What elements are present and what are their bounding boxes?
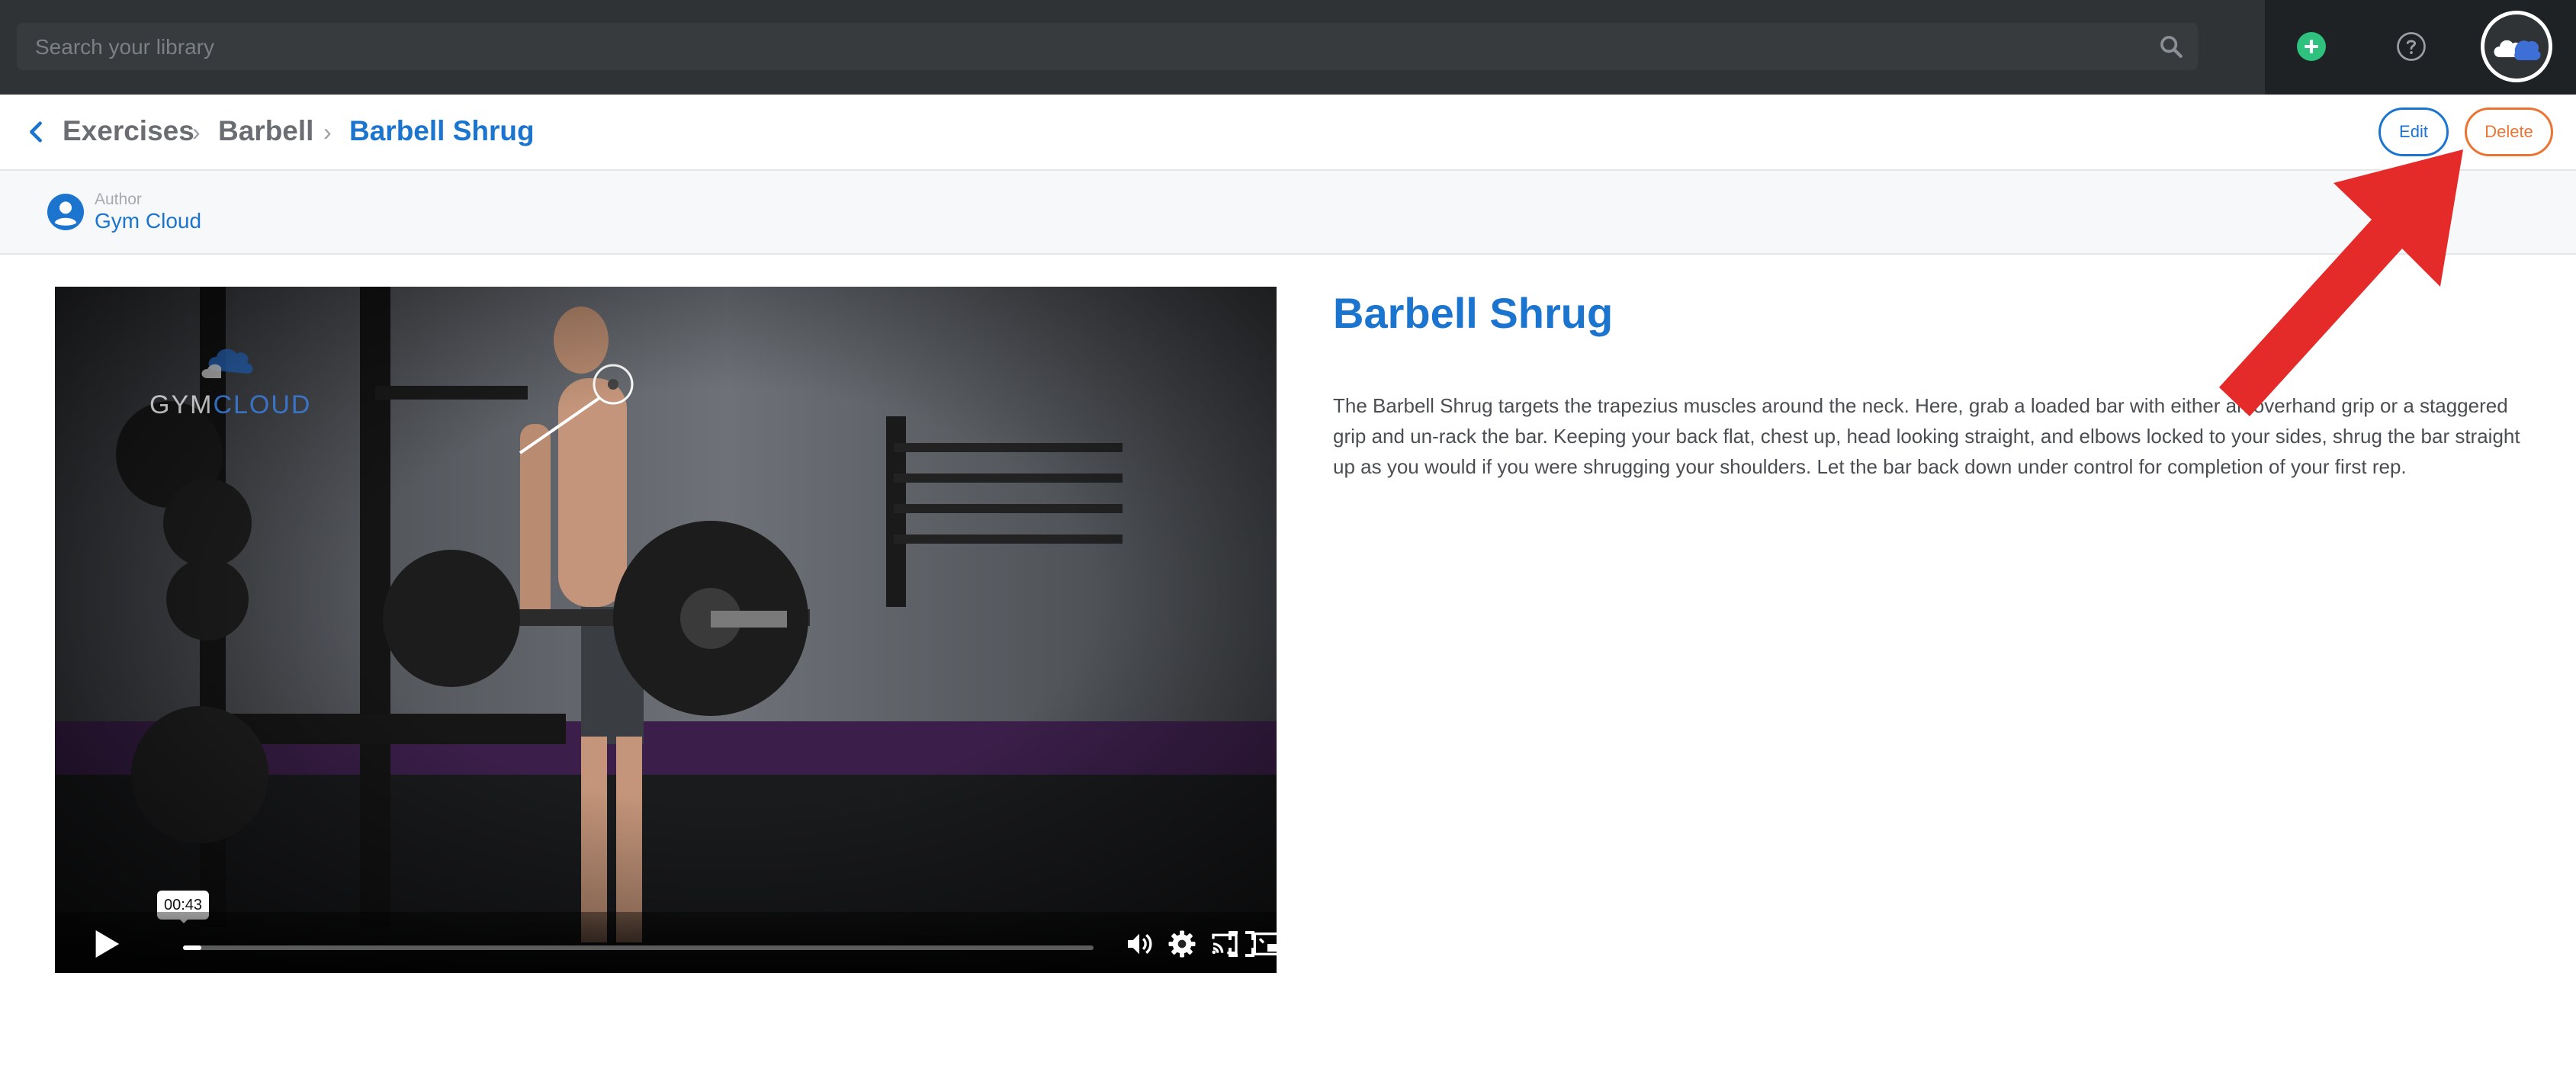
back-chevron-icon[interactable] [24,119,47,145]
breadcrumb-current: Barbell Shrug [349,115,535,146]
settings-icon[interactable] [1167,929,1197,959]
add-circle-icon[interactable] [2297,32,2326,61]
delete-button[interactable]: Delete [2465,108,2553,156]
annotation-arrow-icon [2219,149,2463,416]
video-watermark-text: GYMCLOUD [149,390,312,419]
author-label: Author [95,191,142,208]
search-box[interactable] [17,23,2198,72]
breadcrumb-bar: Exercises › Barbell › Barbell Shrug Edit… [0,95,2576,171]
progress-fill [183,945,201,950]
help-icon[interactable] [2396,31,2427,62]
author-bar: Author Gym Cloud [0,171,2576,255]
user-circle-icon [47,194,84,230]
progress-bar[interactable] [183,945,1094,950]
video-player[interactable]: GYMCLOUD 00:43 [55,287,1277,973]
search-input[interactable] [34,23,2141,72]
breadcrumb-separator: › [323,118,332,146]
video-frame [55,287,1277,973]
author-name[interactable]: Gym Cloud [95,209,201,233]
top-bar [0,0,2576,95]
breadcrumb-exercises[interactable]: Exercises [63,115,194,147]
cloud-logo-icon [2494,40,2541,60]
breadcrumb-separator: › [192,118,201,146]
volume-icon[interactable] [1124,929,1155,959]
breadcrumb-barbell[interactable]: Barbell [218,115,313,147]
video-controls [55,912,1277,973]
play-icon[interactable] [93,929,120,959]
user-avatar[interactable] [2481,11,2552,82]
exercise-title: Barbell Shrug [1333,289,1614,337]
search-icon[interactable] [2158,34,2184,59]
fullscreen-icon[interactable] [1226,929,1257,959]
